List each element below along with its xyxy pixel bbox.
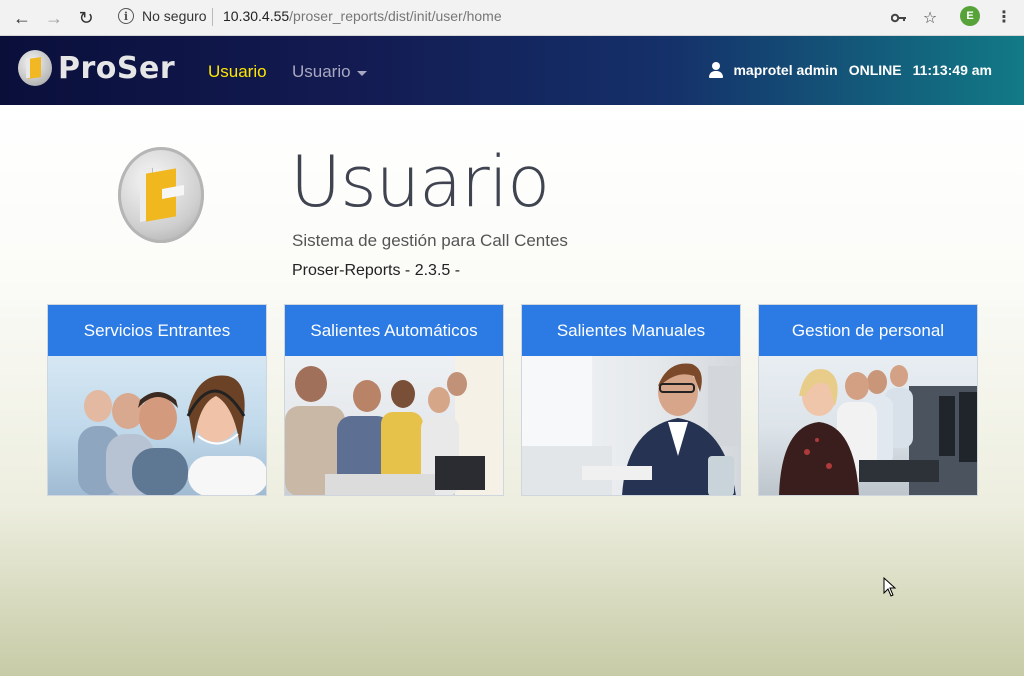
- card-salientes-manuales[interactable]: Salientes Manuales: [521, 304, 741, 496]
- card-title[interactable]: Servicios Entrantes: [48, 305, 266, 356]
- card-gestion-de-personal[interactable]: Gestion de personal: [758, 304, 978, 496]
- browser-toolbar: ← → ↻ i No seguro 10.30.4.55/proser_repo…: [0, 0, 1024, 36]
- back-icon[interactable]: ←: [11, 7, 33, 29]
- chevron-down-icon: [356, 70, 367, 76]
- user-icon: [709, 62, 724, 78]
- version-label: Proser-Reports - 2.3.5 -: [292, 262, 461, 279]
- url-path: /proser_reports/dist/init/user/home: [289, 8, 502, 24]
- profile-avatar[interactable]: E: [960, 6, 980, 26]
- menu-icon[interactable]: ⋮: [996, 7, 1012, 27]
- proser-large-logo-icon: [118, 147, 204, 243]
- star-icon[interactable]: ☆: [919, 7, 941, 29]
- call-center-agents-photo[interactable]: [48, 356, 266, 495]
- security-label[interactable]: No seguro: [142, 8, 207, 24]
- forward-icon[interactable]: →: [43, 7, 65, 29]
- proser-logo-icon: [18, 50, 52, 86]
- nav-dropdown-usuario[interactable]: Usuario: [292, 62, 367, 82]
- app-navbar: ProSer Usuario Usuario maprotel admin ON…: [0, 36, 1024, 105]
- status-badge: ONLINE: [848, 62, 902, 78]
- url-host: 10.30.4.55: [223, 8, 290, 24]
- clock: 11:13:49 am: [912, 62, 992, 78]
- page-subtitle: Sistema de gestión para Call Centes: [292, 231, 568, 250]
- info-icon[interactable]: i: [118, 8, 134, 24]
- brand-logo[interactable]: ProSer: [18, 50, 175, 86]
- reload-icon[interactable]: ↻: [75, 7, 97, 29]
- businessman-headset-photo[interactable]: [522, 356, 740, 495]
- address-divider: [212, 8, 213, 26]
- main-content: Usuario Sistema de gestión para Call Cen…: [0, 105, 1024, 676]
- card-title[interactable]: Gestion de personal: [759, 305, 977, 356]
- agents-at-computers-photo[interactable]: [285, 356, 503, 495]
- module-cards: Servicios Entrantes Salientes Automático…: [47, 304, 978, 496]
- user-name[interactable]: maprotel admin: [733, 62, 837, 78]
- key-icon[interactable]: [888, 7, 910, 29]
- call-center-team-photo[interactable]: [759, 356, 977, 495]
- address-bar[interactable]: 10.30.4.55/proser_reports/dist/init/user…: [223, 8, 502, 24]
- user-info: maprotel admin ONLINE 11:13:49 am: [709, 62, 992, 78]
- card-salientes-automaticos[interactable]: Salientes Automáticos: [284, 304, 504, 496]
- dropdown-label: Usuario: [292, 62, 351, 81]
- card-servicios-entrantes[interactable]: Servicios Entrantes: [47, 304, 267, 496]
- card-title[interactable]: Salientes Automáticos: [285, 305, 503, 356]
- nav-link-usuario[interactable]: Usuario: [208, 62, 267, 82]
- brand-name: ProSer: [58, 50, 176, 86]
- card-title[interactable]: Salientes Manuales: [522, 305, 740, 356]
- page-title: Usuario: [290, 141, 550, 223]
